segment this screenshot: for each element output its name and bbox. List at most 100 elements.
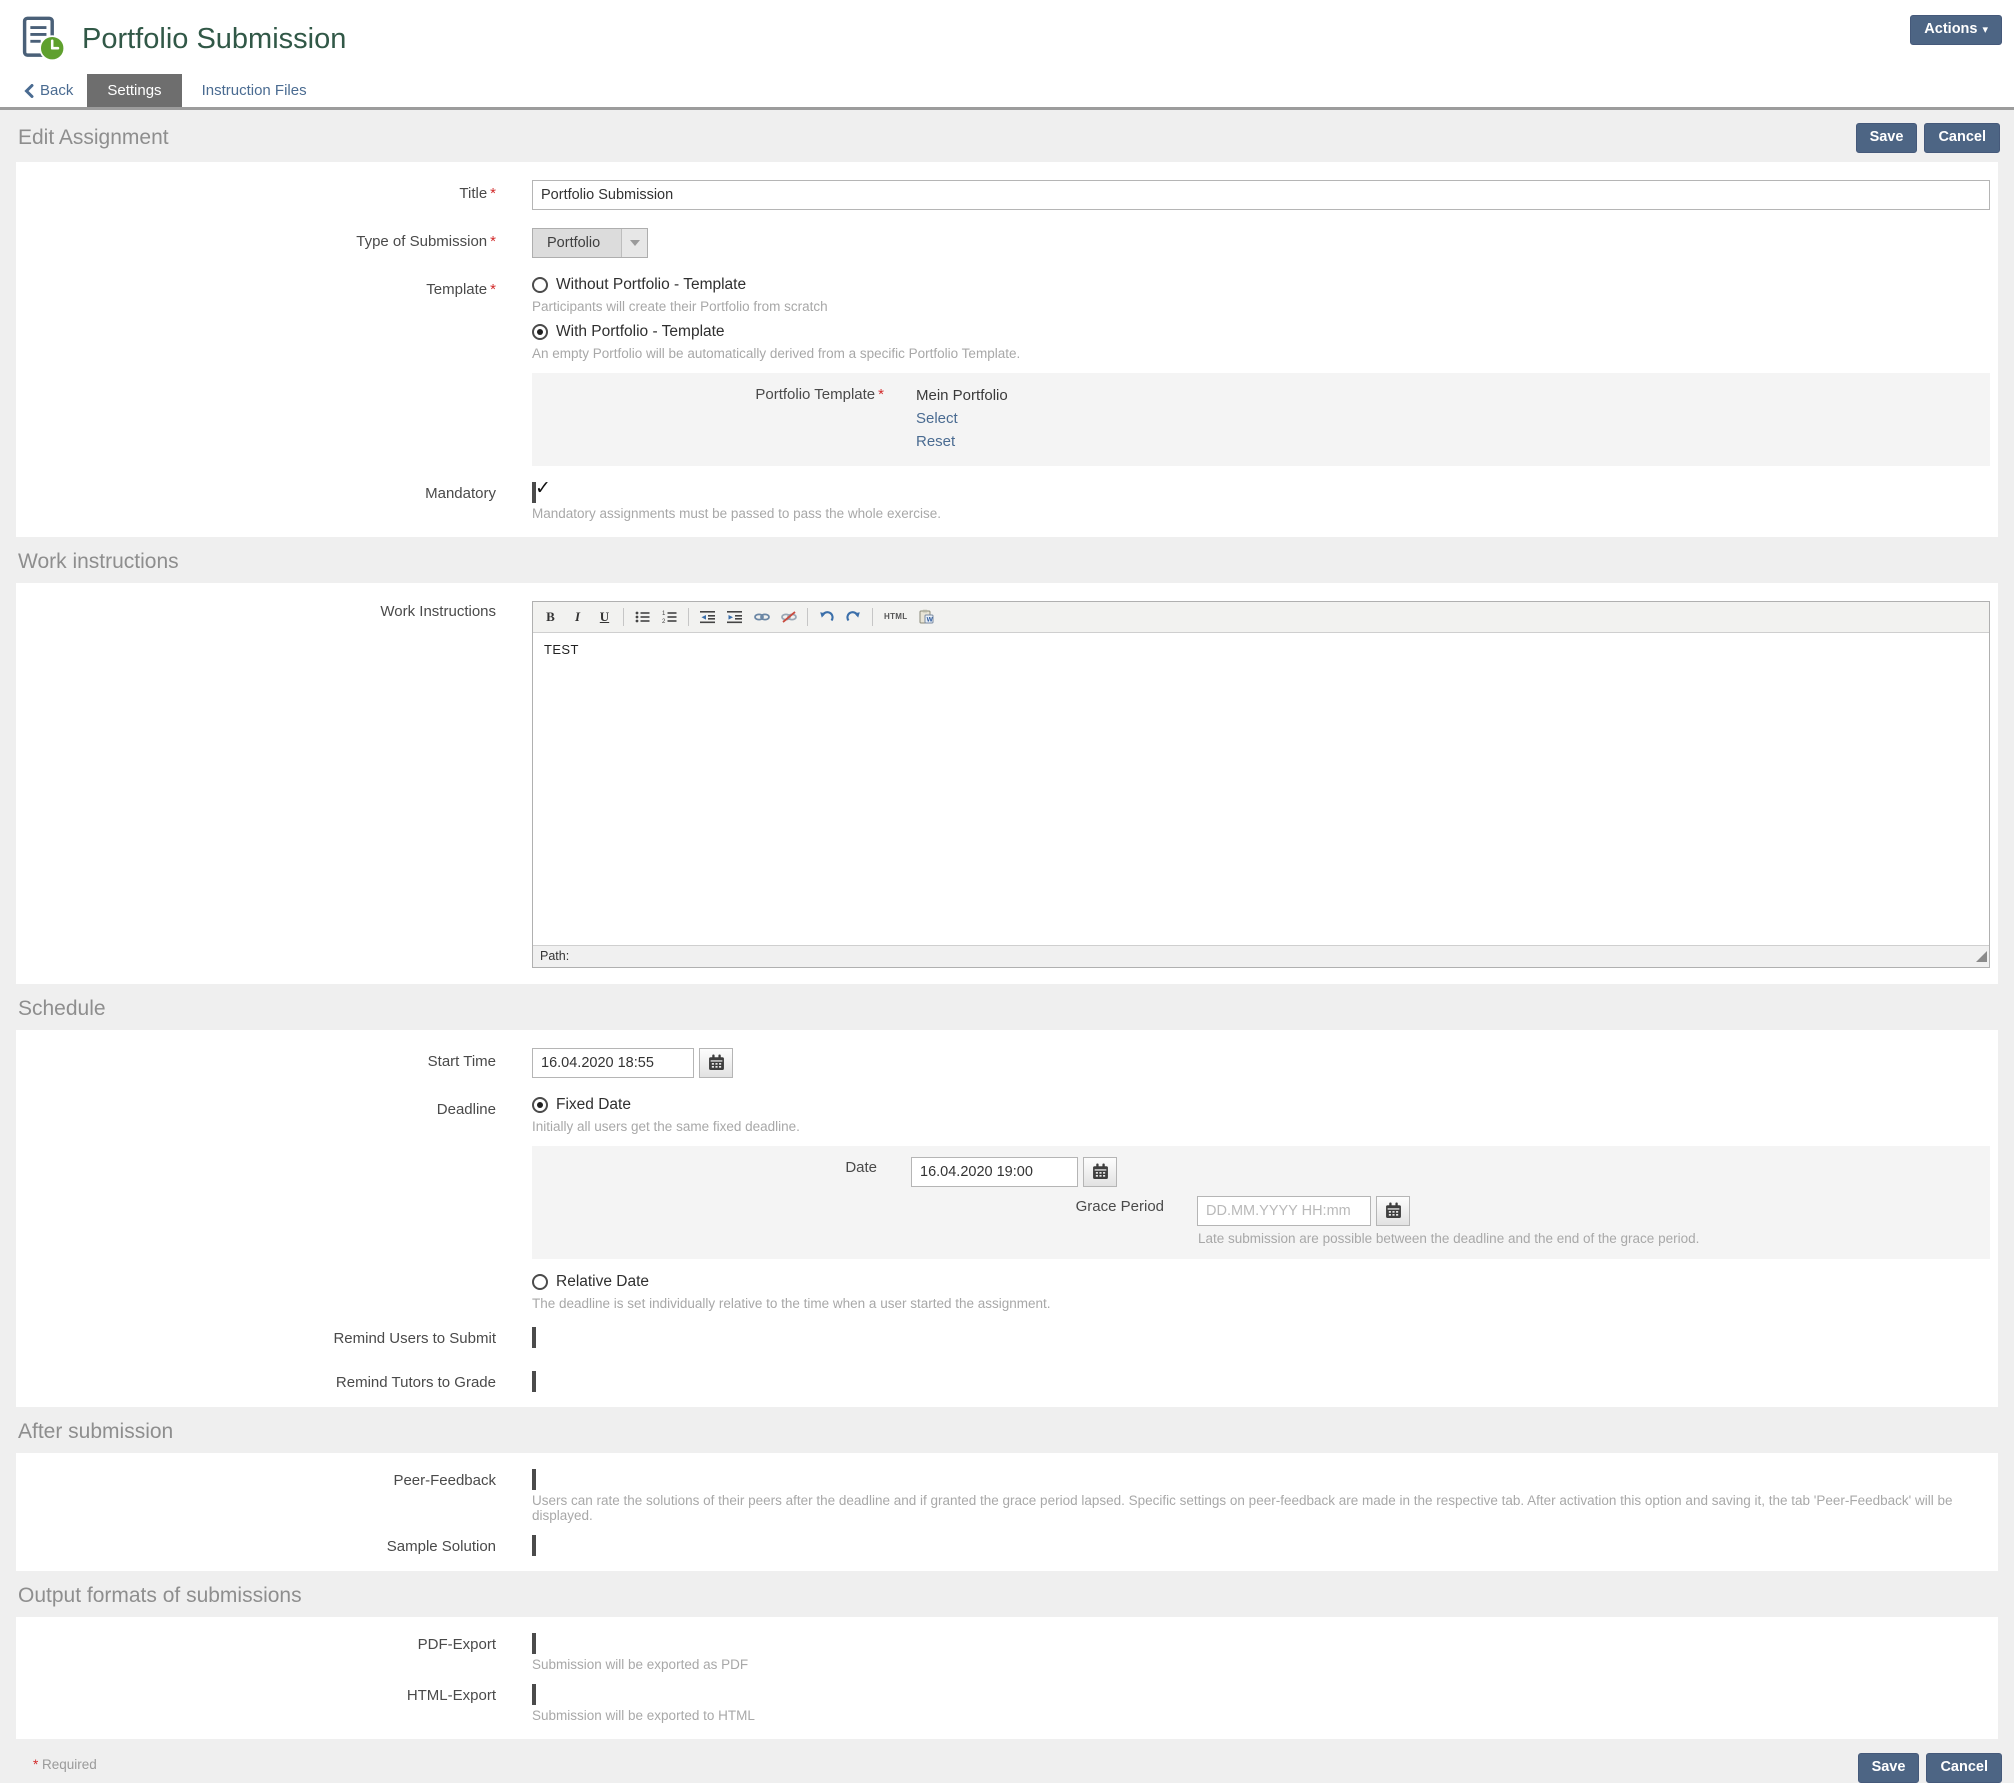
- relative-date-radio[interactable]: [532, 1274, 548, 1290]
- required-mark: *: [490, 281, 496, 298]
- html-export-checkbox[interactable]: [532, 1684, 536, 1705]
- title-input[interactable]: [532, 180, 1990, 210]
- link-icon: [754, 611, 770, 623]
- with-template-radio[interactable]: [532, 324, 548, 340]
- start-time-label: Start Time: [16, 1048, 496, 1070]
- relative-date-help: The deadline is set individually relativ…: [532, 1296, 1990, 1311]
- redo-button[interactable]: [841, 605, 866, 629]
- toolbar-separator: [872, 608, 873, 626]
- bullet-list-button[interactable]: [630, 605, 655, 629]
- peer-feedback-checkbox[interactable]: [532, 1469, 536, 1490]
- remind-tutors-checkbox[interactable]: [532, 1371, 536, 1392]
- fixed-date-help: Initially all users get the same fixed d…: [532, 1119, 1990, 1134]
- without-template-help: Participants will create their Portfolio…: [532, 299, 1990, 314]
- work-instructions-panel: Work Instructions B I U 12: [16, 583, 1998, 984]
- portfolio-template-reset-link[interactable]: Reset: [916, 430, 1008, 453]
- fixed-date-radio[interactable]: [532, 1097, 548, 1113]
- svg-text:1: 1: [662, 611, 666, 617]
- calendar-icon: [1385, 1202, 1402, 1219]
- without-template-radio-label[interactable]: Without Portfolio - Template: [556, 276, 746, 294]
- pdf-export-help: Submission will be exported as PDF: [532, 1657, 1990, 1672]
- remind-users-checkbox[interactable]: [532, 1327, 536, 1348]
- grace-period-label: Grace Period: [532, 1196, 1164, 1215]
- edit-assignment-panel: Title* Type of Submission* Portfolio Tem…: [16, 162, 1998, 537]
- peer-feedback-label: Peer-Feedback: [16, 1471, 496, 1489]
- deadline-date-calendar-button[interactable]: [1083, 1157, 1117, 1187]
- deadline-date-input[interactable]: [911, 1157, 1078, 1187]
- actions-button[interactable]: Actions▾: [1910, 15, 2002, 45]
- grace-period-calendar-button[interactable]: [1376, 1196, 1410, 1226]
- after-submission-panel: Peer-Feedback Users can rate the solutio…: [16, 1453, 1998, 1571]
- grace-period-input[interactable]: [1197, 1196, 1371, 1226]
- sample-solution-checkbox[interactable]: [532, 1535, 536, 1556]
- editor-path-label: Path:: [540, 949, 569, 963]
- exercise-assignment-icon: [20, 16, 66, 62]
- tab-instruction-files[interactable]: Instruction Files: [182, 74, 327, 107]
- work-instructions-label: Work Instructions: [16, 601, 496, 620]
- deadline-label: Deadline: [16, 1096, 496, 1118]
- relative-date-radio-label[interactable]: Relative Date: [556, 1273, 649, 1291]
- remind-users-label: Remind Users to Submit: [16, 1329, 496, 1347]
- mandatory-checkbox[interactable]: [532, 482, 536, 503]
- page-title: Portfolio Submission: [82, 23, 346, 56]
- section-title-after-submission: After submission: [18, 1420, 173, 1444]
- form-footer: * Required Save Cancel: [0, 1739, 2014, 1783]
- outdent-button[interactable]: [695, 605, 720, 629]
- template-label: Template*: [16, 276, 496, 298]
- svg-text:2: 2: [662, 619, 666, 624]
- back-link[interactable]: Back: [24, 74, 87, 107]
- insert-link-button[interactable]: [749, 605, 774, 629]
- section-title-schedule: Schedule: [18, 997, 106, 1021]
- start-time-calendar-button[interactable]: [699, 1048, 733, 1078]
- sample-solution-label: Sample Solution: [16, 1537, 496, 1555]
- numbered-list-icon: 12: [662, 610, 677, 624]
- paste-from-word-button[interactable]: W: [914, 605, 939, 629]
- redo-icon: [846, 610, 861, 624]
- fixed-date-radio-label[interactable]: Fixed Date: [556, 1096, 631, 1114]
- rich-text-editor: B I U 12: [532, 601, 1990, 968]
- required-mark: *: [33, 1757, 38, 1772]
- tab-settings[interactable]: Settings: [87, 74, 181, 107]
- html-source-button[interactable]: HTML: [879, 605, 912, 629]
- bullet-list-icon: [635, 610, 650, 624]
- grace-period-help: Late submission are possible between the…: [1198, 1231, 1990, 1246]
- italic-button[interactable]: I: [565, 605, 590, 629]
- outdent-icon: [700, 610, 715, 624]
- without-template-radio[interactable]: [532, 277, 548, 293]
- html-export-label: HTML-Export: [16, 1686, 496, 1704]
- required-mark: *: [490, 233, 496, 250]
- output-formats-panel: PDF-Export Submission will be exported a…: [16, 1617, 1998, 1739]
- save-button-bottom[interactable]: Save: [1858, 1753, 1920, 1783]
- indent-button[interactable]: [722, 605, 747, 629]
- save-button[interactable]: Save: [1856, 123, 1918, 153]
- remove-link-button[interactable]: [776, 605, 801, 629]
- cancel-button[interactable]: Cancel: [1924, 123, 2000, 153]
- editor-content[interactable]: TEST: [533, 633, 1989, 945]
- numbered-list-button[interactable]: 12: [657, 605, 682, 629]
- calendar-icon: [708, 1054, 725, 1071]
- tab-bar: Back Settings Instruction Files: [0, 74, 2014, 110]
- underline-button[interactable]: U: [592, 605, 617, 629]
- editor-path-bar: Path:: [533, 945, 1989, 967]
- schedule-panel: Start Time Deadline Fixed Date Initially…: [16, 1030, 1998, 1407]
- start-time-input[interactable]: [532, 1048, 694, 1078]
- peer-feedback-help: Users can rate the solutions of their pe…: [532, 1493, 1990, 1523]
- editor-resize-grip[interactable]: [1976, 951, 1987, 962]
- with-template-radio-label[interactable]: With Portfolio - Template: [556, 323, 725, 341]
- bold-button[interactable]: B: [538, 605, 563, 629]
- portfolio-template-select-link[interactable]: Select: [916, 407, 1008, 430]
- toolbar-separator: [807, 608, 808, 626]
- portfolio-template-value: Mein Portfolio: [916, 384, 1008, 407]
- pdf-export-checkbox[interactable]: [532, 1633, 536, 1654]
- select-arrow-icon: [621, 229, 647, 257]
- undo-button[interactable]: [814, 605, 839, 629]
- remind-tutors-label: Remind Tutors to Grade: [16, 1373, 496, 1391]
- section-title-edit-assignment: Edit Assignment: [18, 126, 169, 150]
- cancel-button-bottom[interactable]: Cancel: [1926, 1753, 2002, 1783]
- toolbar-separator: [623, 608, 624, 626]
- editor-toolbar: B I U 12: [533, 602, 1989, 633]
- indent-icon: [727, 610, 742, 624]
- unlink-icon: [781, 611, 797, 623]
- date-label: Date: [532, 1157, 877, 1176]
- mandatory-label: Mandatory: [16, 484, 496, 502]
